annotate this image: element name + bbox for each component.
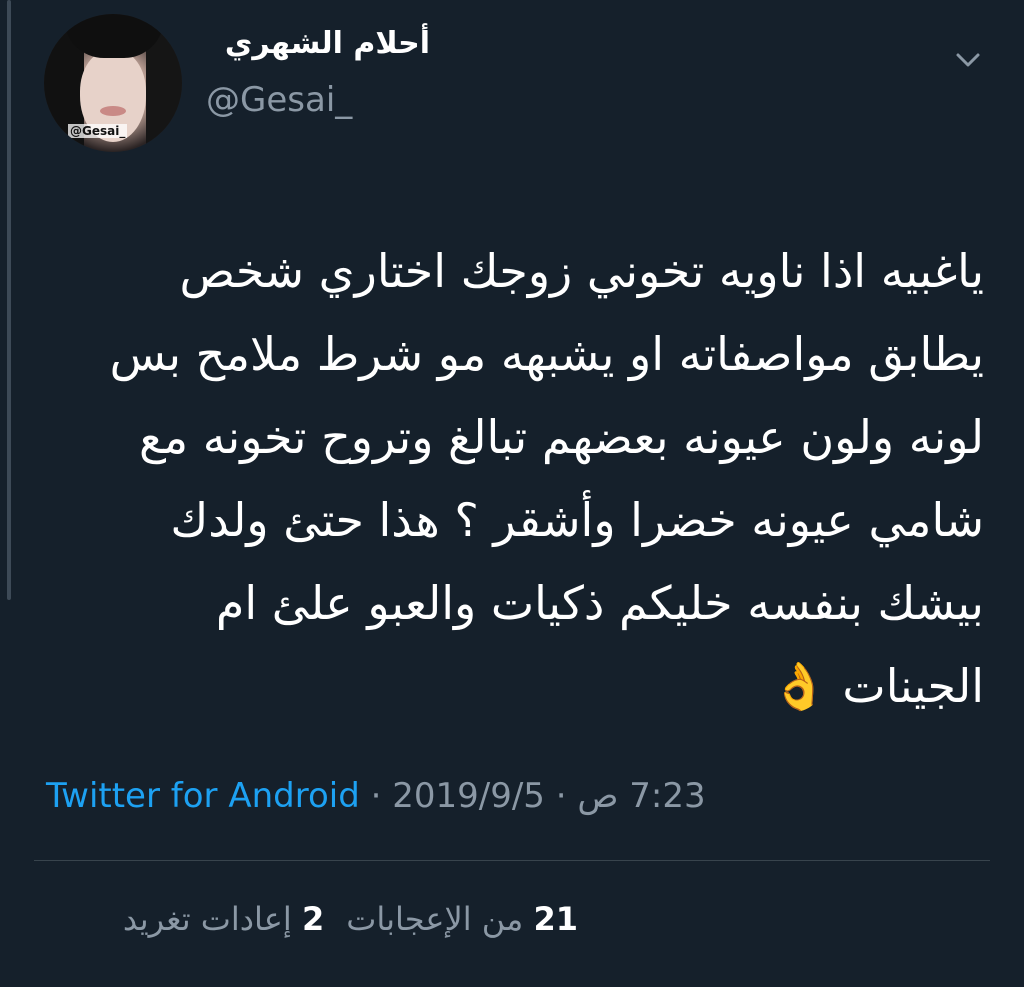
likes-count: 21: [533, 900, 578, 938]
tweet-line: بيشك بنفسه خليكم ذكيات والعبو علئ ام: [215, 576, 984, 630]
chevron-down-icon[interactable]: [952, 44, 984, 76]
tweet-stats: 21 من الإعجابات 2 إعادات تغريد: [123, 900, 578, 938]
source-link[interactable]: Twitter for Android: [46, 776, 360, 816]
tweet-line: الجينات 👌: [770, 659, 984, 713]
retweets-label: إعادات تغريد: [122, 900, 292, 938]
tweet-date: 2019/9/5: [392, 776, 545, 816]
avatar-lips: [100, 106, 126, 116]
tweet-line: لونه ولون عيونه بعضهم تبالغ وتروح تخونه …: [139, 410, 984, 464]
display-name[interactable]: أحلام الشهري: [225, 26, 430, 61]
tweet-line: شامي عيونه خضرا وأشقر ؟ هذا حتئ ولدك: [170, 493, 984, 547]
retweets-stat[interactable]: 2 إعادات تغريد: [123, 900, 324, 938]
tweet-meta: Twitter for Android · 2019/9/5 · 7:23 ص: [46, 776, 706, 816]
tweet-time: 7:23 ص: [577, 776, 706, 816]
likes-stat[interactable]: 21 من الإعجابات: [346, 900, 578, 938]
avatar[interactable]: @Gesai_: [44, 14, 182, 152]
likes-label: من الإعجابات: [346, 900, 524, 938]
divider: [34, 860, 990, 861]
meta-separator: ·: [544, 776, 578, 816]
meta-separator: ·: [359, 776, 393, 816]
user-handle[interactable]: @Gesai_: [206, 80, 352, 120]
avatar-watermark: @Gesai_: [68, 124, 128, 138]
tweet-line: ياغبيه اذا ناويه تخوني زوجك اختاري شخص: [179, 244, 984, 298]
scrollbar[interactable]: [7, 0, 11, 600]
retweets-count: 2: [301, 900, 325, 938]
tweet-text: ياغبيه اذا ناويه تخوني زوجك اختاري شخص ي…: [44, 230, 984, 728]
tweet-line: يطابق مواصفاته او يشبهه مو شرط ملامح بس: [109, 327, 984, 381]
